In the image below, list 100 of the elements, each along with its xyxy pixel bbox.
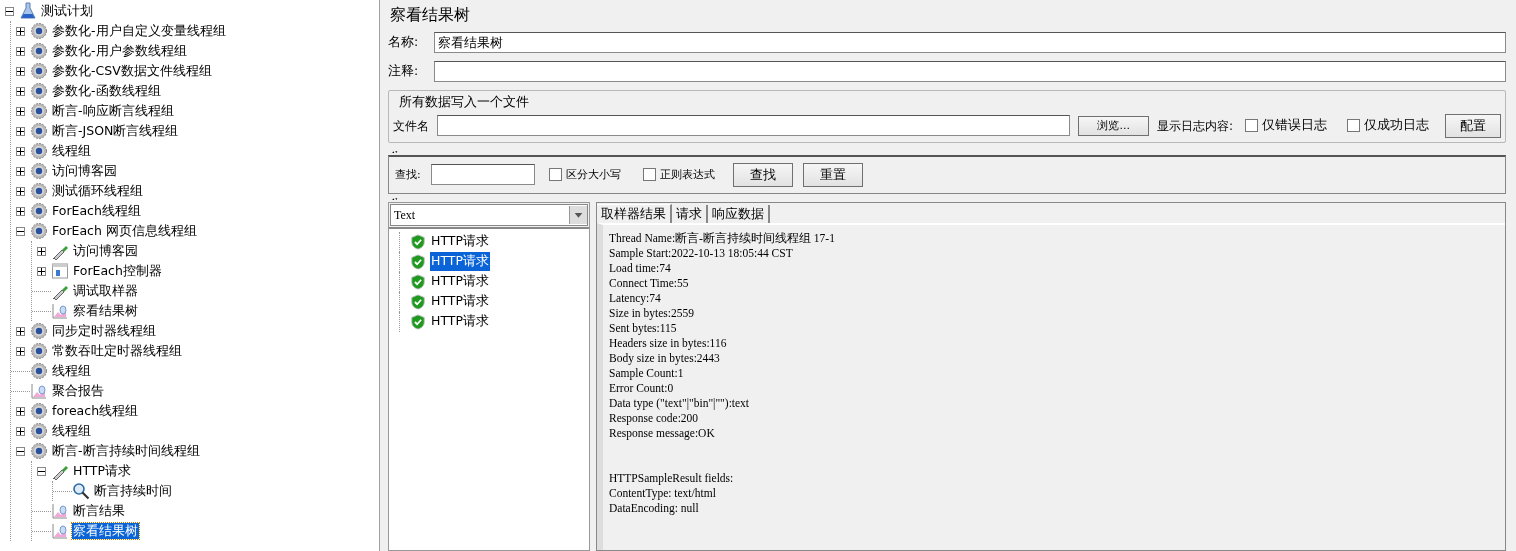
checkbox-label: 区分大小写: [565, 166, 621, 183]
tree-item[interactable]: 聚合报告: [51, 383, 105, 399]
gear-icon: [30, 42, 48, 60]
result-item[interactable]: HTTP请求: [430, 312, 490, 332]
expander-icon[interactable]: [37, 466, 46, 476]
browse-button[interactable]: 浏览...: [1078, 115, 1149, 136]
expander-icon[interactable]: [16, 326, 25, 336]
tree-item[interactable]: 察看结果树: [72, 303, 139, 319]
expander-icon[interactable]: [37, 266, 46, 276]
tree-item[interactable]: 线程组: [51, 143, 92, 159]
tree-item[interactable]: 察看结果树: [72, 523, 139, 539]
gear-icon: [30, 402, 48, 420]
controller-icon: [51, 262, 69, 280]
tree-item[interactable]: 访问博客园: [72, 243, 139, 259]
gear-icon: [30, 62, 48, 80]
expander-icon[interactable]: [16, 26, 25, 36]
result-line: Latency:74: [609, 290, 662, 306]
expander-icon[interactable]: [16, 226, 25, 236]
tree-item[interactable]: 访问博客园: [51, 163, 118, 179]
tree-item[interactable]: 参数化-函数线程组: [51, 83, 162, 99]
expander-icon[interactable]: [16, 166, 25, 176]
search-button[interactable]: 重置: [802, 162, 863, 187]
search-button[interactable]: 查找: [732, 162, 793, 187]
expander-icon[interactable]: [16, 186, 25, 196]
tree-item[interactable]: 断言结果: [72, 503, 126, 519]
result-line: Load time:74: [609, 260, 672, 276]
expander-icon[interactable]: [37, 246, 46, 256]
tree-item[interactable]: ForEach 网页信息线程组: [51, 223, 198, 239]
panel-title: 察看结果树: [390, 4, 471, 26]
expander-icon[interactable]: [16, 46, 25, 56]
graph-icon: [30, 382, 48, 400]
tree-item[interactable]: 断言-响应断言线程组: [51, 103, 175, 119]
shield-check-icon: [410, 273, 426, 290]
tree-item[interactable]: HTTP请求: [72, 463, 132, 479]
result-line: Response message:OK: [609, 425, 716, 441]
gear-icon: [30, 82, 48, 100]
renderer-dropdown[interactable]: Text: [390, 203, 588, 226]
expander-icon[interactable]: [16, 106, 25, 116]
gear-icon: [30, 422, 48, 440]
field-label: 文件名: [393, 117, 429, 135]
expander-icon[interactable]: [16, 426, 25, 436]
input-field[interactable]: [434, 61, 1506, 82]
result-item[interactable]: HTTP请求: [430, 232, 490, 252]
checkbox[interactable]: [548, 168, 562, 182]
tree-item[interactable]: 参数化-用户参数线程组: [51, 43, 188, 59]
gear-icon: [30, 442, 48, 460]
expander-icon[interactable]: [16, 406, 25, 416]
checkbox[interactable]: [642, 168, 656, 182]
result-line: Sample Count:1: [609, 365, 685, 381]
expander-icon[interactable]: [16, 146, 25, 156]
magnifier-icon: [72, 482, 90, 500]
result-line: Connect Time:55: [609, 275, 690, 291]
tree-item[interactable]: foreach线程组: [51, 403, 140, 419]
tree-item[interactable]: 参数化-CSV数据文件线程组: [51, 63, 213, 79]
tree-item[interactable]: 断言-JSON断言线程组: [51, 123, 180, 139]
input-field[interactable]: [437, 115, 1071, 137]
expander-icon[interactable]: [16, 66, 25, 76]
gear-icon: [30, 102, 48, 120]
tree-item[interactable]: 常数吞吐定时器线程组: [51, 343, 183, 359]
tree-item[interactable]: 线程组: [51, 363, 92, 379]
result-line: Thread Name:断言-断言持续时间线程组 17-1: [609, 230, 836, 246]
result-item[interactable]: HTTP请求: [430, 272, 490, 292]
tree-item[interactable]: 调试取样器: [72, 283, 139, 299]
tree-item[interactable]: 同步定时器线程组: [51, 323, 157, 339]
gear-icon: [30, 142, 48, 160]
tree-item[interactable]: ForEach线程组: [51, 203, 142, 219]
gear-icon: [30, 122, 48, 140]
tree-item[interactable]: 断言持续时间: [93, 483, 173, 499]
search-field[interactable]: [430, 164, 535, 186]
tree-item[interactable]: 断言-断言持续时间线程组: [51, 443, 201, 459]
result-line: ContentType: text/html: [609, 485, 717, 501]
tree-item[interactable]: 测试计划: [40, 3, 94, 19]
expander-icon[interactable]: [16, 446, 25, 456]
tree-item[interactable]: ForEach控制器: [72, 263, 163, 279]
expander-icon[interactable]: [5, 6, 14, 16]
result-line: Size in bytes:2559: [609, 305, 695, 321]
expander-icon[interactable]: [16, 86, 25, 96]
expander-icon[interactable]: [16, 126, 25, 136]
graph-icon: [51, 302, 69, 320]
checkbox[interactable]: [1347, 119, 1360, 133]
expander-icon[interactable]: [16, 206, 25, 216]
shield-check-icon: [410, 253, 426, 270]
config-button[interactable]: 配置: [1445, 113, 1501, 138]
result-line: Sent bytes:115: [609, 320, 678, 336]
field-label: 注释:: [388, 62, 420, 81]
tree-item[interactable]: 测试循环线程组: [51, 183, 144, 199]
shield-check-icon: [410, 293, 426, 310]
tab[interactable]: 取样器结果: [597, 203, 672, 223]
input-field[interactable]: 察看结果树: [434, 32, 1506, 53]
expander-icon[interactable]: [16, 346, 25, 356]
flask-icon: [19, 2, 37, 20]
checkbox[interactable]: [1245, 119, 1258, 133]
result-item[interactable]: HTTP请求: [430, 252, 490, 272]
result-line: DataEncoding: null: [609, 500, 700, 516]
graph-icon: [51, 522, 69, 540]
result-item[interactable]: HTTP请求: [430, 292, 490, 312]
tree-item[interactable]: 线程组: [51, 423, 92, 439]
tree-item[interactable]: 参数化-用户自定义变量线程组: [51, 23, 227, 39]
result-line: Error Count:0: [609, 380, 675, 396]
checkbox-label: 仅成功日志: [1364, 116, 1429, 135]
